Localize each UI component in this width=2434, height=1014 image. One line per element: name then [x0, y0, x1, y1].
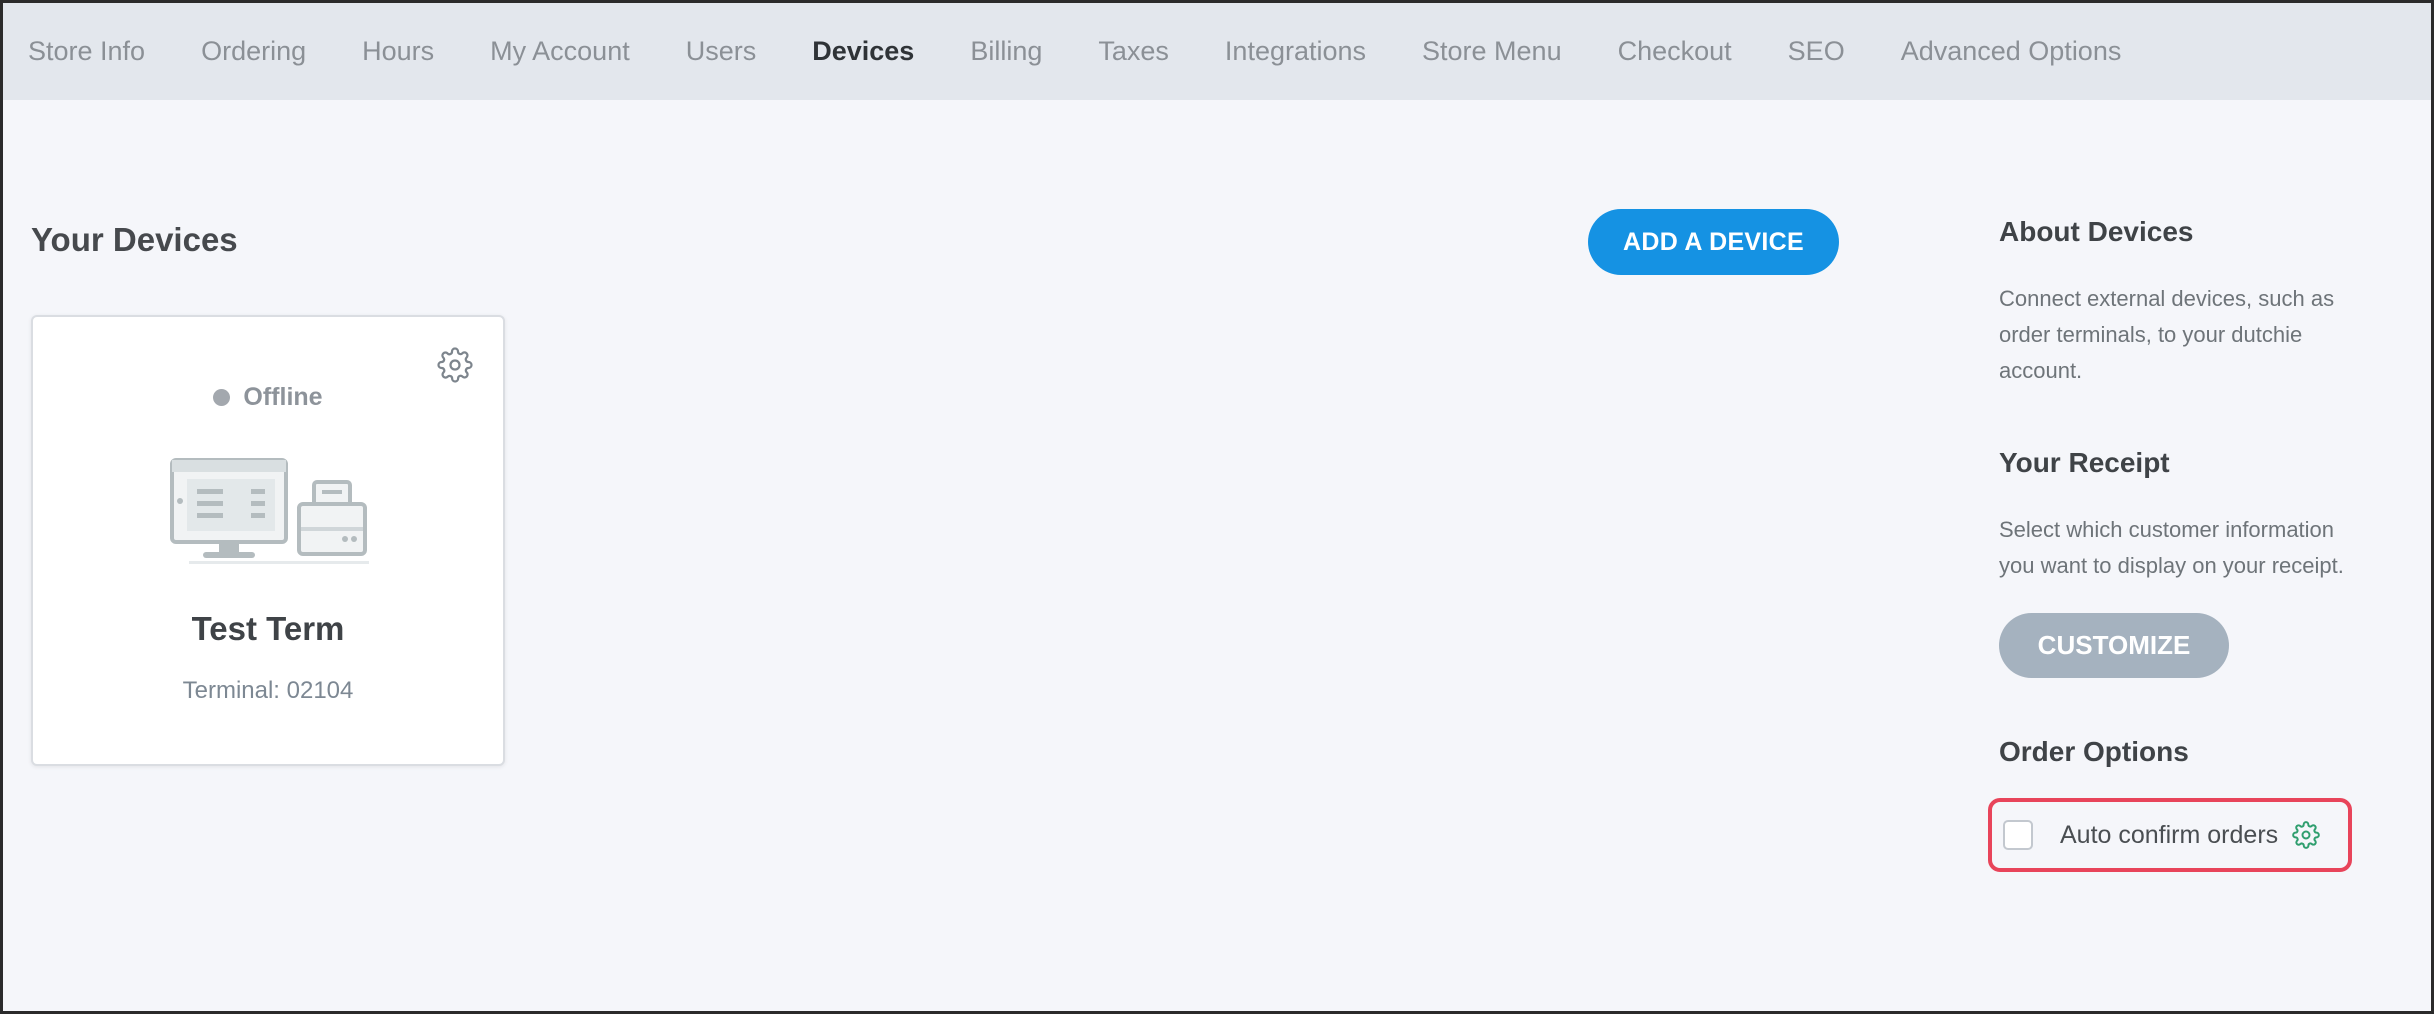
tab-hours[interactable]: Hours: [362, 36, 434, 67]
tab-store-info[interactable]: Store Info: [28, 36, 145, 67]
tab-billing[interactable]: Billing: [970, 36, 1042, 67]
terminal-printer-icon: [170, 458, 369, 564]
device-name: Test Term: [191, 610, 345, 647]
auto-confirm-label[interactable]: Auto confirm orders: [2060, 821, 2278, 850]
tab-devices[interactable]: Devices: [812, 36, 914, 67]
device-terminal-id: Terminal: 02104: [182, 677, 354, 704]
tab-ordering[interactable]: Ordering: [201, 36, 306, 67]
tab-integrations[interactable]: Integrations: [1225, 36, 1366, 67]
app-frame: Store Info Ordering Hours My Account Use…: [0, 0, 2434, 1014]
device-status-label: Offline: [243, 383, 323, 411]
order-options-heading: Order Options: [1999, 736, 2189, 767]
about-devices-heading: About Devices: [1999, 216, 2194, 247]
tab-advanced-options[interactable]: Advanced Options: [1901, 36, 2122, 67]
gear-icon[interactable]: [437, 347, 473, 383]
your-receipt-text: Select which customer information you wa…: [1999, 517, 2344, 578]
auto-confirm-option: Auto confirm orders: [1988, 798, 2352, 872]
settings-tab-bar: Store Info Ordering Hours My Account Use…: [3, 3, 2431, 100]
auto-confirm-checkbox[interactable]: [2003, 820, 2033, 850]
tab-users[interactable]: Users: [686, 36, 757, 67]
tab-my-account[interactable]: My Account: [490, 36, 630, 67]
status-dot-icon: [213, 389, 231, 406]
gear-icon[interactable]: [2292, 821, 2320, 849]
tab-seo[interactable]: SEO: [1788, 36, 1845, 67]
about-devices-text: Connect external devices, such as order …: [1999, 286, 2335, 383]
page-title: Your Devices: [31, 221, 238, 258]
device-card[interactable]: Offline Test Term Terminal: 02104: [31, 315, 505, 766]
tab-checkout[interactable]: Checkout: [1618, 36, 1732, 67]
tab-taxes[interactable]: Taxes: [1098, 36, 1169, 67]
add-device-button[interactable]: ADD A DEVICE: [1588, 209, 1839, 275]
device-status: Offline: [33, 383, 503, 412]
customize-button[interactable]: CUSTOMIZE: [1999, 613, 2229, 678]
tab-store-menu[interactable]: Store Menu: [1422, 36, 1562, 67]
your-receipt-heading: Your Receipt: [1999, 447, 2170, 478]
